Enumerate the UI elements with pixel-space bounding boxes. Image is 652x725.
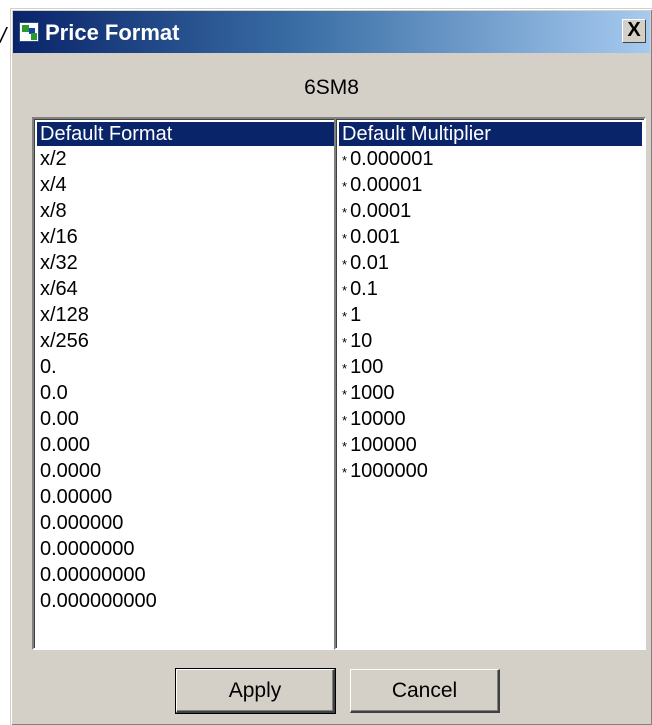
price-format-dialog: Price Format X 6SM8 Default Format x/2 x/… [10,8,652,725]
cancel-button[interactable]: Cancel [350,669,500,713]
multiplier-list-item[interactable]: * 0.1 [336,276,644,302]
format-list-item[interactable]: x/128 [34,302,342,328]
multiplier-list-item[interactable]: * 100 [336,354,644,380]
multiply-sign: * [342,335,348,350]
format-list-item[interactable]: 0.000000000 [34,588,342,614]
format-list-item[interactable]: 0. [34,354,342,380]
format-list-item[interactable]: x/256 [34,328,342,354]
multiplier-value: 10000 [350,408,406,430]
multiply-sign: * [342,361,348,376]
multiplier-value: 0.000001 [350,148,434,170]
format-list-item[interactable]: 0.00000000 [34,562,342,588]
multiplier-listbox[interactable]: Default Multiplier * 0.000001 * 0.00001 * 0.0… [334,117,646,650]
multiplier-list-item[interactable]: * 10 [336,328,644,354]
multiply-sign: * [342,465,348,480]
format-list-item[interactable]: x/32 [34,250,342,276]
multiply-sign: * [342,413,348,428]
format-list-item[interactable]: 0.0 [34,380,342,406]
multiplier-value: 10 [350,330,373,352]
multiplier-value: 1000000 [350,460,428,482]
format-list-item[interactable]: x/2 [34,146,342,172]
format-list-item[interactable]: x/64 [34,276,342,302]
format-list-item[interactable]: 0.000000 [34,510,342,536]
format-listbox[interactable]: Default Format x/2 x/4 x/8 x/16 x/32 x/64 x/12… [32,117,344,650]
multiply-sign: * [342,231,348,246]
multiplier-list-item[interactable]: * 0.001 [336,224,644,250]
format-list-item[interactable]: x/16 [34,224,342,250]
multiply-sign: * [342,205,348,220]
multiplier-value: 0.01 [350,252,389,274]
multiply-sign: * [342,283,348,298]
multiplier-list-selected-header[interactable]: Default Multiplier [339,122,642,146]
format-list-item[interactable]: 0.0000 [34,458,342,484]
multiplier-value: 1000 [350,382,395,404]
multiplier-value: 0.0001 [350,200,412,222]
multiplier-list-item[interactable]: * 1000000 [336,458,644,484]
multiply-sign: * [342,257,348,272]
multiplier-value: 0.00001 [350,174,423,196]
multiplier-value: 0.001 [350,226,401,248]
multiplier-list-item[interactable]: * 1 [336,302,644,328]
multiplier-list-item[interactable]: * 0.00001 [336,172,644,198]
multiplier-list-item[interactable]: * 100000 [336,432,644,458]
instrument-symbol: 6SM8 [304,76,359,99]
close-button[interactable]: X [622,19,646,43]
format-list-item[interactable]: x/8 [34,198,342,224]
multiplier-list-item[interactable]: * 0.01 [336,250,644,276]
multiply-sign: * [342,439,348,454]
multiply-sign: * [342,309,348,324]
multiply-sign: * [342,153,348,168]
format-list-item[interactable]: 0.00 [34,406,342,432]
format-list-item[interactable]: 0.0000000 [34,536,342,562]
multiplier-list-item[interactable]: * 1000 [336,380,644,406]
multiplier-list-item[interactable]: * 0.0001 [336,198,644,224]
window-title: Price Format [45,20,180,45]
multiplier-value: 100000 [350,434,417,456]
multiplier-list-item[interactable]: * 10000 [336,406,644,432]
background-window-fragment: / [0,24,7,48]
multiply-sign: * [342,387,348,402]
multiplier-value: 100 [350,356,384,378]
format-list-item[interactable]: 0.000 [34,432,342,458]
multiplier-value: 0.1 [350,278,378,300]
format-list-item[interactable]: 0.00000 [34,484,342,510]
multiplier-list-item[interactable]: * 0.000001 [336,146,644,172]
app-icon [19,22,39,42]
format-list-item[interactable]: x/4 [34,172,342,198]
format-list-selected-header[interactable]: Default Format [37,122,340,146]
multiply-sign: * [342,179,348,194]
multiplier-value: 1 [350,304,362,326]
title-bar[interactable]: Price Format X [13,11,650,53]
apply-button[interactable]: Apply [175,668,336,714]
